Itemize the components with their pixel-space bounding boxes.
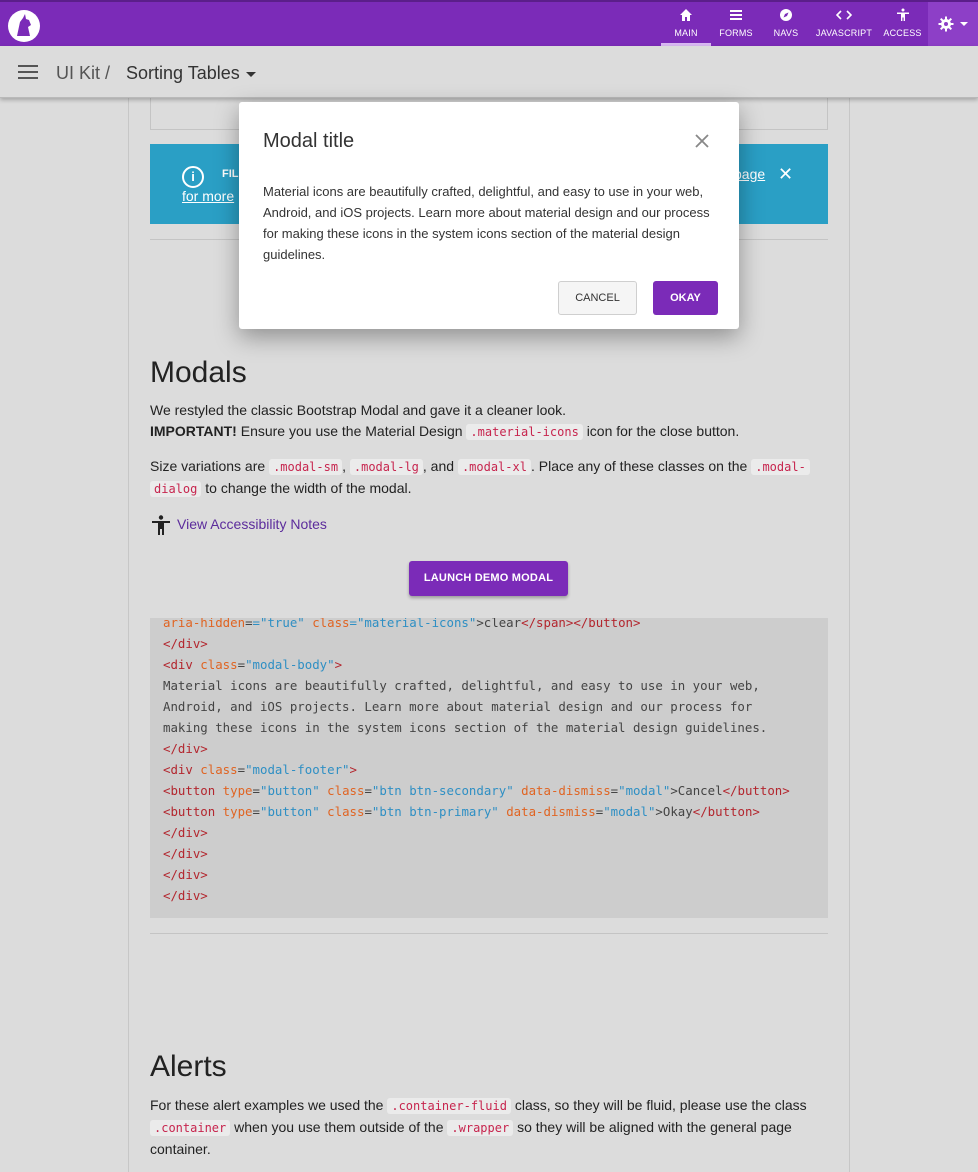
nav-main[interactable]: MAIN [661,2,711,46]
home-icon [661,8,711,26]
section-title-alerts: Alerts [150,1050,227,1083]
modal-dialog: Modal title Material icons are beautiful… [239,102,739,329]
code-line: </div> [163,825,208,840]
accessibility-icon [152,515,170,535]
nav-javascript[interactable]: JAVASCRIPT [811,2,877,46]
section-title-modals: Modals [150,356,247,389]
code-line: Android, and iOS projects. Learn more ab… [163,699,753,714]
page-header: UI Kit / Sorting Tables [0,46,978,98]
code-line: Material icons are beautifully crafted, … [163,678,760,693]
wolf-logo-icon[interactable] [8,10,40,42]
code-line: <div class="modal-body"> [163,657,343,672]
modal-body: Material icons are beautifully crafted, … [263,184,710,262]
list-icon [711,8,761,26]
code-icon [811,8,877,26]
code-line: making these icons in the system icons s… [163,720,768,735]
modals-sizes: Size variations are .modal-sm, .modal-lg… [150,456,828,500]
top-navbar: MAIN FORMS NAVS JAVASCRIPT ACCESS [0,0,978,46]
code-line: </div> [163,867,208,882]
code-line: </div> [163,888,208,903]
code-line: <button type="button" class="btn btn-sec… [163,783,790,798]
nav-navs[interactable]: NAVS [761,2,811,46]
nav-forms[interactable]: FORMS [711,2,761,46]
close-icon[interactable]: ✕ [778,164,793,185]
chevron-down-icon [960,22,968,26]
menu-icon[interactable] [18,65,38,79]
gear-icon [938,16,954,32]
okay-button[interactable]: OKAY [653,281,718,315]
modals-intro: We restyled the classic Bootstrap Modal … [150,402,740,440]
cancel-button[interactable]: CANCEL [558,281,637,315]
modal-title: Modal title [263,130,355,152]
close-icon[interactable] [693,132,711,150]
divider [150,933,828,934]
alerts-intro: For these alert examples we used the .co… [150,1097,807,1157]
compass-icon [761,8,811,26]
nav-access[interactable]: ACCESS [877,2,928,46]
code-line: <div class="modal-footer"> [163,762,357,777]
info-icon: i [182,166,204,188]
breadcrumb-parent[interactable]: UI Kit / [56,63,110,84]
code-line: </div> [163,741,208,756]
code-line: </div> [163,846,208,861]
code-line: </div> [163,636,208,651]
breadcrumb-current[interactable]: Sorting Tables [126,63,256,84]
code-line: aria-hidden=="true" class="material-icon… [163,618,641,630]
launch-demo-modal-button[interactable]: LAUNCH DEMO MODAL [409,561,568,596]
caret-down-icon [245,71,256,77]
alert-link-more[interactable]: for more [182,188,234,204]
code-sample: aria-hidden=="true" class="material-icon… [150,618,828,918]
settings-menu[interactable] [928,2,978,46]
code-line: <button type="button" class="btn btn-pri… [163,804,760,819]
accessibility-icon [877,8,928,26]
